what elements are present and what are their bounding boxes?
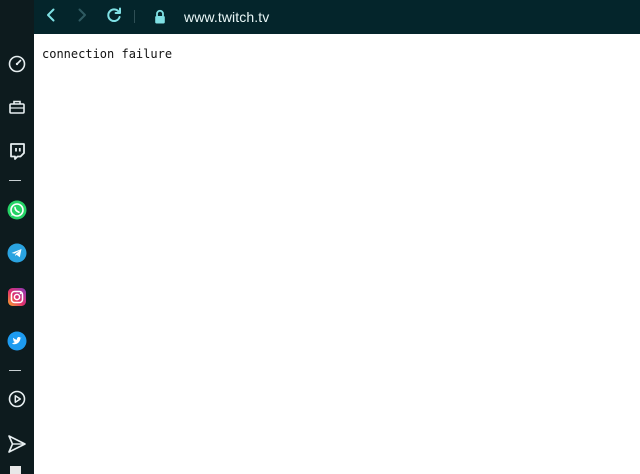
page-content: connection failure: [34, 34, 640, 474]
chevron-right-icon: [74, 7, 90, 27]
sidebar-divider: [9, 180, 21, 181]
lock-icon[interactable]: [148, 5, 172, 29]
speed-dial-icon[interactable]: [4, 51, 30, 77]
player-icon[interactable]: [4, 386, 30, 412]
error-message: connection failure: [42, 47, 173, 61]
toolbar-divider: [134, 10, 135, 23]
back-button[interactable]: [39, 5, 63, 29]
chevron-left-icon: [43, 7, 59, 27]
forward-button[interactable]: [70, 5, 94, 29]
sidebar-overflow-item: [10, 466, 21, 474]
sidebar: [0, 0, 34, 474]
twitter-icon[interactable]: [4, 328, 30, 354]
address-bar[interactable]: www.twitch.tv: [184, 7, 269, 27]
whatsapp-icon[interactable]: [4, 197, 30, 223]
send-icon[interactable]: [4, 431, 30, 457]
instagram-icon[interactable]: [4, 284, 30, 310]
twitch-icon[interactable]: [4, 138, 30, 164]
reload-icon: [105, 6, 123, 28]
reload-button[interactable]: [102, 5, 126, 29]
telegram-icon[interactable]: [4, 240, 30, 266]
sidebar-divider: [9, 370, 21, 371]
workspace-icon[interactable]: [4, 94, 30, 120]
browser-toolbar: www.twitch.tv: [34, 0, 640, 34]
